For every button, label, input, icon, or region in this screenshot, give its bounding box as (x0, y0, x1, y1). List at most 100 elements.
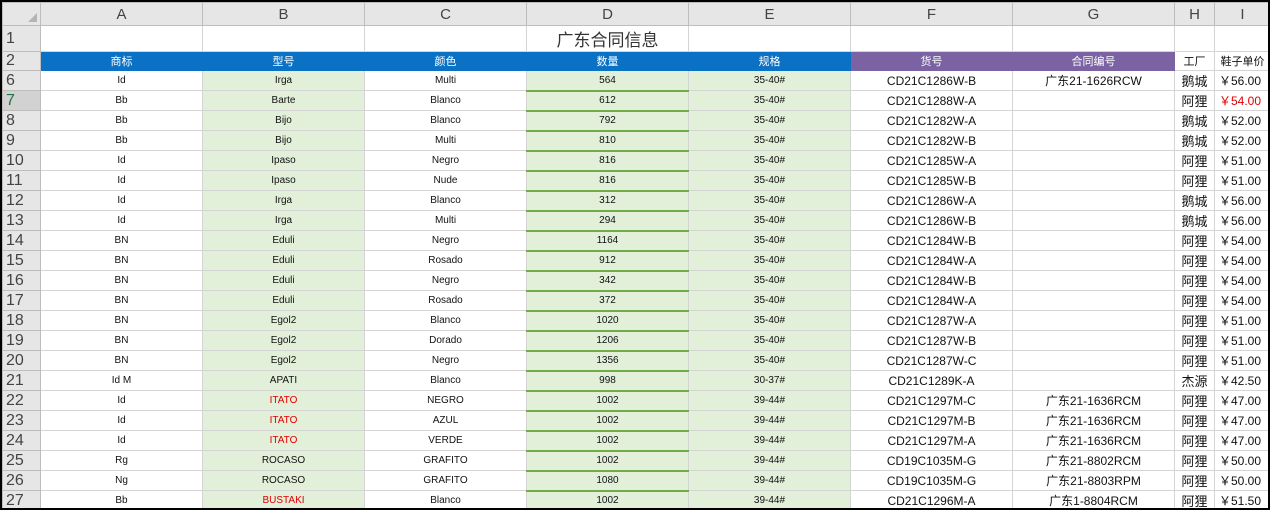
size-cell[interactable]: 35-40# (688, 310, 851, 331)
quantity-cell[interactable]: 564 (526, 70, 689, 92)
item-no-cell[interactable]: CD21C1297M-C (850, 390, 1013, 411)
color-cell[interactable]: Blanco (364, 490, 527, 508)
unit-price-cell[interactable]: ￥51.00 (1214, 350, 1268, 371)
column-header-h[interactable]: H (1174, 2, 1215, 26)
factory-cell[interactable]: 阿狸 (1174, 230, 1215, 251)
factory-cell[interactable]: 阿狸 (1174, 410, 1215, 431)
color-cell[interactable]: Negro (364, 350, 527, 371)
contract-no-cell[interactable] (1012, 130, 1175, 151)
contract-no-cell[interactable] (1012, 270, 1175, 291)
quantity-cell[interactable]: 816 (526, 170, 689, 192)
unit-price-cell[interactable]: ￥51.50 (1214, 490, 1268, 508)
item-no-cell[interactable]: CD21C1284W-B (850, 230, 1013, 251)
model-cell[interactable]: Egol2 (202, 350, 365, 371)
item-no-cell[interactable]: CD21C1287W-A (850, 310, 1013, 331)
contract-no-cell[interactable]: 广东21-1636RCM (1012, 390, 1175, 411)
factory-cell[interactable]: 阿狸 (1174, 170, 1215, 191)
item-no-cell[interactable]: CD21C1296M-A (850, 490, 1013, 508)
header-cell-unit-price[interactable]: 鞋子单价 (1214, 51, 1268, 71)
quantity-cell[interactable]: 1002 (526, 430, 689, 452)
item-no-cell[interactable]: CD21C1288W-A (850, 90, 1013, 111)
contract-no-cell[interactable]: 广东1-8804RCM (1012, 490, 1175, 508)
cell[interactable] (364, 25, 527, 52)
model-cell[interactable]: Irga (202, 190, 365, 211)
factory-cell[interactable]: 鹅城 (1174, 110, 1215, 131)
item-no-cell[interactable]: CD21C1297M-B (850, 410, 1013, 431)
unit-price-cell[interactable]: ￥54.00 (1214, 90, 1268, 111)
contract-no-cell[interactable] (1012, 230, 1175, 251)
header-cell-factory[interactable]: 工厂 (1174, 51, 1215, 71)
column-header-f[interactable]: F (850, 2, 1013, 26)
model-cell[interactable]: Bijo (202, 130, 365, 151)
quantity-cell[interactable]: 912 (526, 250, 689, 272)
color-cell[interactable]: AZUL (364, 410, 527, 431)
size-cell[interactable]: 35-40# (688, 170, 851, 191)
column-header-c[interactable]: C (364, 2, 527, 26)
quantity-cell[interactable]: 312 (526, 190, 689, 212)
unit-price-cell[interactable]: ￥47.00 (1214, 410, 1268, 431)
header-cell-item-no[interactable]: 货号 (850, 51, 1013, 71)
item-no-cell[interactable]: CD21C1297M-A (850, 430, 1013, 451)
quantity-cell[interactable]: 816 (526, 150, 689, 172)
row-header[interactable]: 12 (2, 190, 41, 211)
quantity-cell[interactable]: 1206 (526, 330, 689, 352)
model-cell[interactable]: Ipaso (202, 150, 365, 171)
unit-price-cell[interactable]: ￥56.00 (1214, 70, 1268, 91)
factory-cell[interactable]: 鹅城 (1174, 70, 1215, 91)
quantity-cell[interactable]: 372 (526, 290, 689, 312)
contract-no-cell[interactable] (1012, 190, 1175, 211)
item-no-cell[interactable]: CD21C1282W-B (850, 130, 1013, 151)
cell[interactable] (688, 25, 851, 52)
size-cell[interactable]: 39-44# (688, 470, 851, 491)
color-cell[interactable]: Blanco (364, 370, 527, 391)
quantity-cell[interactable]: 612 (526, 90, 689, 112)
item-no-cell[interactable]: CD21C1282W-A (850, 110, 1013, 131)
item-no-cell[interactable]: CD21C1286W-A (850, 190, 1013, 211)
brand-cell[interactable]: Id (40, 390, 203, 411)
brand-cell[interactable]: Bb (40, 490, 203, 508)
size-cell[interactable]: 35-40# (688, 190, 851, 211)
contract-no-cell[interactable] (1012, 170, 1175, 191)
model-cell[interactable]: Eduli (202, 230, 365, 251)
item-no-cell[interactable]: CD21C1287W-C (850, 350, 1013, 371)
color-cell[interactable]: Multi (364, 70, 527, 91)
item-no-cell[interactable]: CD21C1286W-B (850, 210, 1013, 231)
row-header[interactable]: 17 (2, 290, 41, 311)
size-cell[interactable]: 35-40# (688, 230, 851, 251)
size-cell[interactable]: 35-40# (688, 150, 851, 171)
contract-no-cell[interactable] (1012, 370, 1175, 391)
model-cell[interactable]: ITATO (202, 390, 365, 411)
color-cell[interactable]: Negro (364, 270, 527, 291)
factory-cell[interactable]: 阿狸 (1174, 350, 1215, 371)
item-no-cell[interactable]: CD21C1285W-A (850, 150, 1013, 171)
quantity-cell[interactable]: 792 (526, 110, 689, 132)
row-header[interactable]: 2 (2, 51, 41, 71)
quantity-cell[interactable]: 1002 (526, 410, 689, 432)
contract-no-cell[interactable] (1012, 310, 1175, 331)
quantity-cell[interactable]: 1002 (526, 450, 689, 472)
contract-no-cell[interactable] (1012, 90, 1175, 111)
model-cell[interactable]: Ipaso (202, 170, 365, 191)
factory-cell[interactable]: 阿狸 (1174, 270, 1215, 291)
header-cell-contract-no[interactable]: 合同编号 (1012, 51, 1175, 71)
unit-price-cell[interactable]: ￥50.00 (1214, 470, 1268, 491)
unit-price-cell[interactable]: ￥51.00 (1214, 150, 1268, 171)
quantity-cell[interactable]: 1356 (526, 350, 689, 372)
size-cell[interactable]: 39-44# (688, 430, 851, 451)
factory-cell[interactable]: 鹅城 (1174, 190, 1215, 211)
row-header[interactable]: 6 (2, 70, 41, 91)
brand-cell[interactable]: Rg (40, 450, 203, 471)
column-header-i[interactable]: I (1214, 2, 1268, 26)
size-cell[interactable]: 35-40# (688, 130, 851, 151)
row-header[interactable]: 13 (2, 210, 41, 231)
row-header[interactable]: 21 (2, 370, 41, 391)
row-header[interactable]: 11 (2, 170, 41, 191)
contract-no-cell[interactable] (1012, 330, 1175, 351)
row-header[interactable]: 19 (2, 330, 41, 351)
model-cell[interactable]: ROCASO (202, 450, 365, 471)
factory-cell[interactable]: 阿狸 (1174, 430, 1215, 451)
quantity-cell[interactable]: 998 (526, 370, 689, 392)
color-cell[interactable]: Multi (364, 130, 527, 151)
factory-cell[interactable]: 阿狸 (1174, 450, 1215, 471)
factory-cell[interactable]: 阿狸 (1174, 250, 1215, 271)
